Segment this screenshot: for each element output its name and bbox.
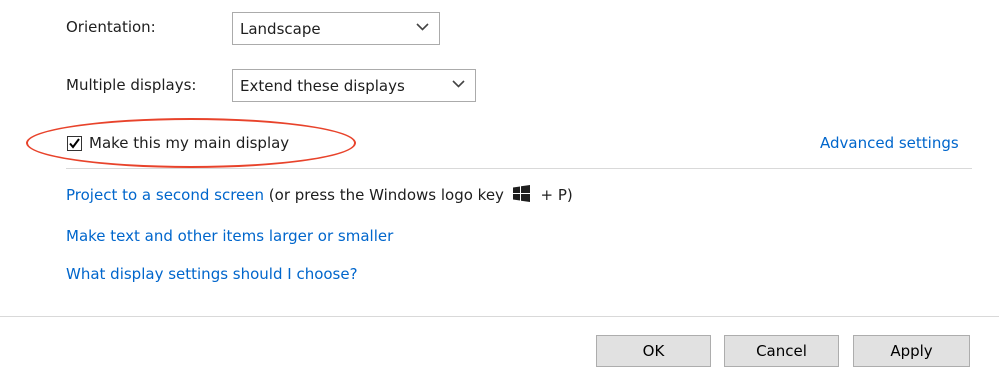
text-size-link[interactable]: Make text and other items larger or smal… — [66, 227, 393, 245]
orientation-select[interactable]: Landscape — [232, 12, 440, 45]
checkmark-icon — [69, 138, 80, 149]
display-settings-help-link[interactable]: What display settings should I choose? — [66, 265, 358, 283]
ok-button-label: OK — [642, 342, 665, 360]
project-second-screen-link[interactable]: Project to a second screen — [66, 186, 264, 204]
project-hint-suffix: + P) — [540, 186, 573, 204]
apply-button-label: Apply — [890, 342, 933, 360]
cancel-button[interactable]: Cancel — [724, 335, 839, 367]
multiple-displays-select-value: Extend these displays — [240, 76, 405, 95]
cancel-button-label: Cancel — [756, 342, 807, 360]
main-display-checkbox[interactable] — [67, 136, 82, 151]
orientation-select-value: Landscape — [240, 19, 321, 38]
ok-button[interactable]: OK — [596, 335, 711, 367]
chevron-down-icon — [416, 23, 429, 31]
apply-button[interactable]: Apply — [853, 335, 970, 367]
project-line: Project to a second screen (or press the… — [66, 185, 573, 204]
chevron-down-icon — [452, 80, 465, 88]
separator-top — [66, 168, 972, 169]
project-hint-text: (or press the Windows logo key — [268, 186, 504, 204]
multiple-displays-select[interactable]: Extend these displays — [232, 69, 476, 102]
main-display-checkbox-label[interactable]: Make this my main display — [89, 134, 289, 152]
multiple-displays-label: Multiple displays: — [66, 76, 197, 94]
separator-bottom — [0, 316, 999, 317]
orientation-label: Orientation: — [66, 18, 156, 36]
windows-logo-icon — [512, 185, 530, 202]
advanced-settings-link[interactable]: Advanced settings — [820, 134, 959, 152]
